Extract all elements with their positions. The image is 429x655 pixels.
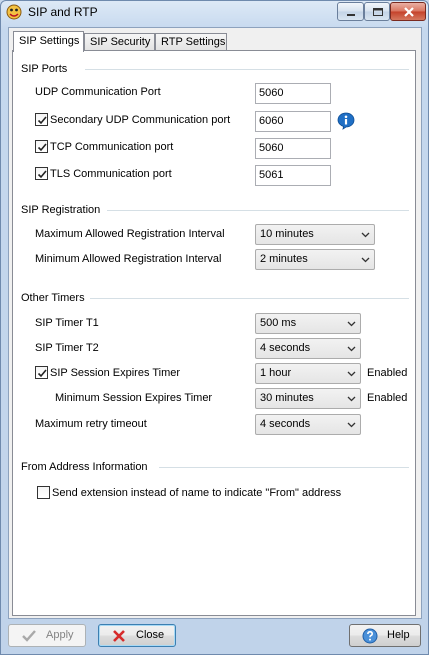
- timer-t2-select[interactable]: 4 seconds: [255, 338, 361, 359]
- max-retry-select[interactable]: 4 seconds: [255, 414, 361, 435]
- min-session-value: 30 minutes: [260, 392, 314, 404]
- tls-port-label: TLS Communication port: [50, 168, 172, 180]
- maximize-icon: [373, 8, 383, 16]
- help-icon: [362, 628, 378, 644]
- max-retry-value: 4 seconds: [260, 418, 311, 430]
- chevron-down-icon: [347, 371, 356, 377]
- dialog-window: SIP and RTP SIP Settings SIP Security RT…: [0, 0, 429, 655]
- window-title: SIP and RTP: [28, 5, 98, 19]
- timer-t2-label: SIP Timer T2: [35, 342, 99, 354]
- min-registration-label: Minimum Allowed Registration Interval: [35, 253, 222, 265]
- checkmark-icon: [37, 170, 47, 179]
- chevron-down-icon: [347, 346, 356, 352]
- session-expires-label: SIP Session Expires Timer: [50, 367, 181, 379]
- secondary-udp-input[interactable]: 6060: [255, 111, 331, 132]
- tls-port-input[interactable]: 5061: [255, 165, 331, 186]
- sip-registration-group-title: SIP Registration: [21, 204, 101, 216]
- tab-rtp-settings[interactable]: RTP Settings: [155, 33, 227, 51]
- tcp-port-checkbox[interactable]: [35, 140, 48, 153]
- help-button[interactable]: Help: [349, 624, 421, 647]
- group-divider: [90, 298, 409, 299]
- chevron-down-icon: [347, 321, 356, 327]
- min-registration-select[interactable]: 2 minutes: [255, 249, 375, 270]
- chevron-down-icon: [347, 396, 356, 402]
- checkmark-icon: [37, 116, 47, 125]
- close-button-label: Close: [136, 629, 165, 641]
- max-registration-value: 10 minutes: [260, 228, 314, 240]
- apply-button-label: Apply: [46, 629, 74, 641]
- send-extension-checkbox[interactable]: [37, 486, 50, 499]
- max-retry-label: Maximum retry timeout: [35, 418, 147, 430]
- checkmark-icon: [37, 143, 47, 152]
- from-address-group-title: From Address Information: [21, 461, 148, 473]
- dialog-client-area: SIP Settings SIP Security RTP Settings S…: [8, 27, 422, 619]
- minimize-icon: [347, 14, 355, 16]
- session-expires-value: 1 hour: [260, 367, 292, 379]
- chevron-down-icon: [347, 422, 356, 428]
- max-registration-label: Maximum Allowed Registration Interval: [35, 228, 225, 240]
- min-registration-value: 2 minutes: [260, 253, 308, 265]
- timer-t1-value: 500 ms: [260, 317, 297, 329]
- minimize-button[interactable]: [337, 2, 364, 21]
- group-divider: [159, 467, 409, 468]
- checkmark-icon: [22, 630, 36, 642]
- session-expires-status: Enabled: [367, 367, 408, 379]
- close-button[interactable]: Close: [98, 624, 176, 647]
- tcp-port-input[interactable]: 5060: [255, 138, 331, 159]
- group-divider: [85, 69, 409, 70]
- secondary-udp-label: Secondary UDP Communication port: [50, 114, 231, 126]
- checkmark-icon: [37, 369, 47, 378]
- close-window-button[interactable]: [390, 2, 426, 21]
- group-divider: [107, 210, 409, 211]
- session-expires-checkbox[interactable]: [35, 366, 48, 379]
- timer-t1-label: SIP Timer T1: [35, 317, 99, 329]
- udp-port-input[interactable]: 5060: [255, 83, 331, 104]
- min-session-select[interactable]: 30 minutes: [255, 388, 361, 409]
- min-session-status: Enabled: [367, 392, 408, 404]
- sip-settings-panel: SIP Ports UDP Communication Port 5060 Se…: [12, 50, 416, 616]
- tab-sip-security[interactable]: SIP Security: [84, 33, 155, 51]
- apply-button[interactable]: Apply: [8, 624, 86, 647]
- secondary-udp-checkbox[interactable]: [35, 113, 48, 126]
- sip-ports-group-title: SIP Ports: [21, 63, 68, 75]
- app-icon: [6, 4, 22, 20]
- info-icon[interactable]: [337, 112, 355, 130]
- title-bar[interactable]: SIP and RTP: [1, 1, 428, 25]
- send-extension-label: Send extension instead of name to indica…: [52, 487, 342, 499]
- timer-t2-value: 4 seconds: [260, 342, 311, 354]
- udp-port-label: UDP Communication Port: [35, 86, 161, 98]
- other-timers-group-title: Other Timers: [21, 292, 85, 304]
- close-icon: [404, 7, 414, 17]
- tab-sip-settings[interactable]: SIP Settings: [13, 31, 84, 52]
- min-session-label: Minimum Session Expires Timer: [55, 392, 213, 404]
- tcp-port-label: TCP Communication port: [50, 141, 174, 153]
- chevron-down-icon: [361, 257, 370, 263]
- tls-port-checkbox[interactable]: [35, 167, 48, 180]
- close-icon: [113, 630, 125, 642]
- chevron-down-icon: [361, 232, 370, 238]
- help-button-label: Help: [387, 629, 410, 641]
- session-expires-select[interactable]: 1 hour: [255, 363, 361, 384]
- max-registration-select[interactable]: 10 minutes: [255, 224, 375, 245]
- maximize-button[interactable]: [364, 2, 390, 21]
- timer-t1-select[interactable]: 500 ms: [255, 313, 361, 334]
